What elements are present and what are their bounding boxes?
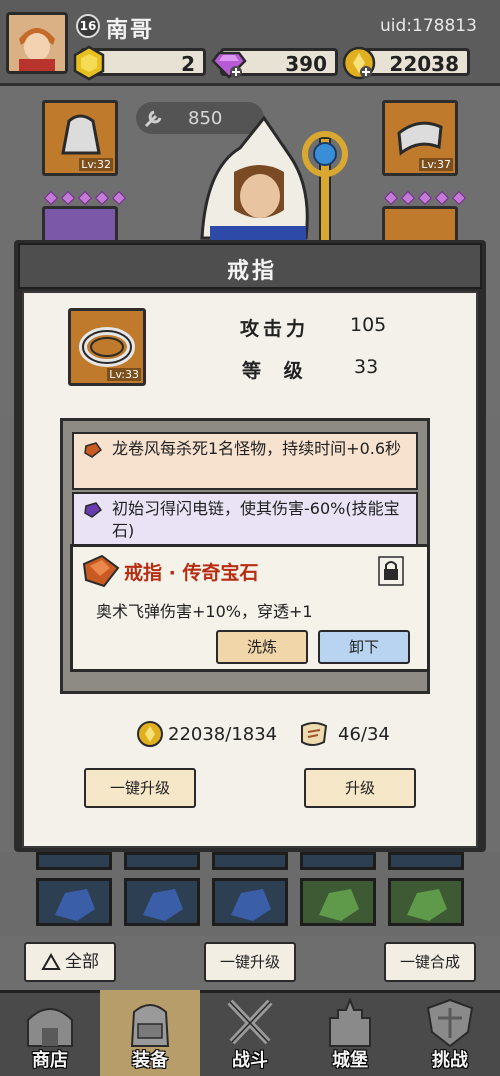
- left-slot-level: Lv:32: [79, 158, 113, 171]
- blue-gem-icon: [55, 889, 95, 921]
- inventory-slot[interactable]: [300, 852, 376, 870]
- legendary-gem-icon: [82, 554, 120, 588]
- item-icon-slot: Lv:33: [68, 308, 146, 386]
- gem-value: 390: [285, 52, 327, 76]
- gem-effect-text: 初始习得闪电链，使其伤害-60%(技能宝石): [112, 499, 400, 540]
- player-uid: uid:178813: [380, 16, 477, 36]
- nav-label: 装备: [132, 1050, 168, 1071]
- gem-effect-row: 初始习得闪电链，使其伤害-60%(技能宝石): [72, 492, 418, 546]
- attack-value: 105: [350, 314, 387, 336]
- level-value: 33: [354, 356, 379, 378]
- avatar-portrait-icon: [9, 15, 65, 71]
- nav-label: 城堡: [332, 1050, 368, 1071]
- coin-cost: 22038/1834: [168, 724, 278, 745]
- left-slot-star-rating: [43, 188, 131, 206]
- inventory-slot[interactable]: [36, 852, 112, 870]
- level-label: 等 级: [242, 360, 305, 382]
- nav-battle[interactable]: 战斗: [200, 990, 300, 1076]
- coin-resource: 22038: [342, 46, 470, 80]
- power-wrench-icon: [144, 110, 162, 128]
- gold-coin-icon: [137, 721, 163, 747]
- inventory-one-click-upgrade-button[interactable]: 一键升级: [204, 942, 296, 982]
- item-level: Lv:33: [107, 368, 141, 381]
- legendary-gem-description: 奥术飞弹伤害+10%，穿透+1: [96, 602, 313, 621]
- inventory-slot[interactable]: [388, 878, 464, 926]
- backpack-icon: [130, 1004, 170, 1047]
- legendary-gem-title: 戒指 · 传奇宝石: [124, 562, 259, 584]
- blue-gem-icon: [143, 889, 183, 921]
- castle-icon: [329, 998, 371, 1047]
- filter-all-label: 全部: [65, 952, 99, 972]
- inventory-slot[interactable]: [388, 852, 464, 870]
- green-gem-icon: [319, 889, 359, 921]
- nav-label: 商店: [32, 1050, 68, 1071]
- gem-resource: 390: [211, 48, 338, 79]
- nav-equipment[interactable]: 装备: [100, 990, 200, 1076]
- nav-shop[interactable]: 商店: [0, 990, 100, 1076]
- add-gems-icon[interactable]: [229, 65, 243, 79]
- equip-slot-weapon[interactable]: Lv:37: [382, 100, 458, 176]
- inventory-slot[interactable]: [124, 878, 200, 926]
- filter-all-button[interactable]: 全部: [24, 942, 116, 982]
- one-click-merge-button[interactable]: 一键合成: [384, 942, 476, 982]
- right-slot-level: Lv:37: [419, 158, 453, 171]
- purple-gem-icon: [84, 502, 102, 518]
- nav-label: 战斗: [232, 1050, 268, 1071]
- upgrade-button[interactable]: 升级: [304, 768, 416, 808]
- scroll-cost: 46/34: [338, 724, 390, 745]
- gold-resource: 2: [73, 45, 206, 81]
- triangle-filter-icon: [41, 952, 61, 970]
- inventory-slot[interactable]: [212, 878, 288, 926]
- unload-button[interactable]: 卸下: [318, 630, 410, 664]
- refine-button[interactable]: 洗炼: [216, 630, 308, 664]
- gold-hexagon-icon: [73, 45, 105, 81]
- gem-effect-text: 龙卷风每杀死1名怪物，持续时间+0.6秒: [112, 439, 402, 458]
- one-click-upgrade-button[interactable]: 一键升级: [84, 768, 196, 808]
- inventory-slot[interactable]: [36, 878, 112, 926]
- coin-value: 22038: [389, 52, 459, 76]
- add-coins-icon[interactable]: [359, 65, 373, 79]
- player-avatar[interactable]: [6, 12, 68, 74]
- gem-effect-row: 龙卷风每杀死1名怪物，持续时间+0.6秒: [72, 432, 418, 490]
- inventory-slot[interactable]: [124, 852, 200, 870]
- player-name: 南哥: [106, 18, 155, 43]
- shield-icon: [426, 998, 474, 1048]
- nav-label: 挑战: [432, 1050, 468, 1071]
- modal-title-bar: 戒指: [18, 243, 482, 289]
- green-gem-icon: [407, 889, 447, 921]
- scroll-icon: [301, 722, 328, 746]
- modal-title: 戒指: [226, 259, 277, 284]
- orange-gem-icon: [84, 442, 102, 458]
- attack-label: 攻击力: [240, 318, 310, 340]
- crossed-swords-icon: [227, 999, 273, 1045]
- inventory-slot[interactable]: [300, 878, 376, 926]
- blue-gem-icon: [231, 889, 271, 921]
- gold-value: 2: [181, 52, 195, 76]
- nav-challenge[interactable]: 挑战: [400, 990, 500, 1076]
- shop-icon: [27, 1008, 73, 1047]
- equip-slot-armor[interactable]: Lv:32: [42, 100, 118, 176]
- right-slot-star-rating: [383, 188, 471, 206]
- player-level-badge: 16: [76, 14, 100, 38]
- lock-icon[interactable]: [378, 556, 404, 586]
- hero-character-icon[interactable]: [180, 108, 370, 248]
- nav-castle[interactable]: 城堡: [300, 990, 400, 1076]
- inventory-slot[interactable]: [212, 852, 288, 870]
